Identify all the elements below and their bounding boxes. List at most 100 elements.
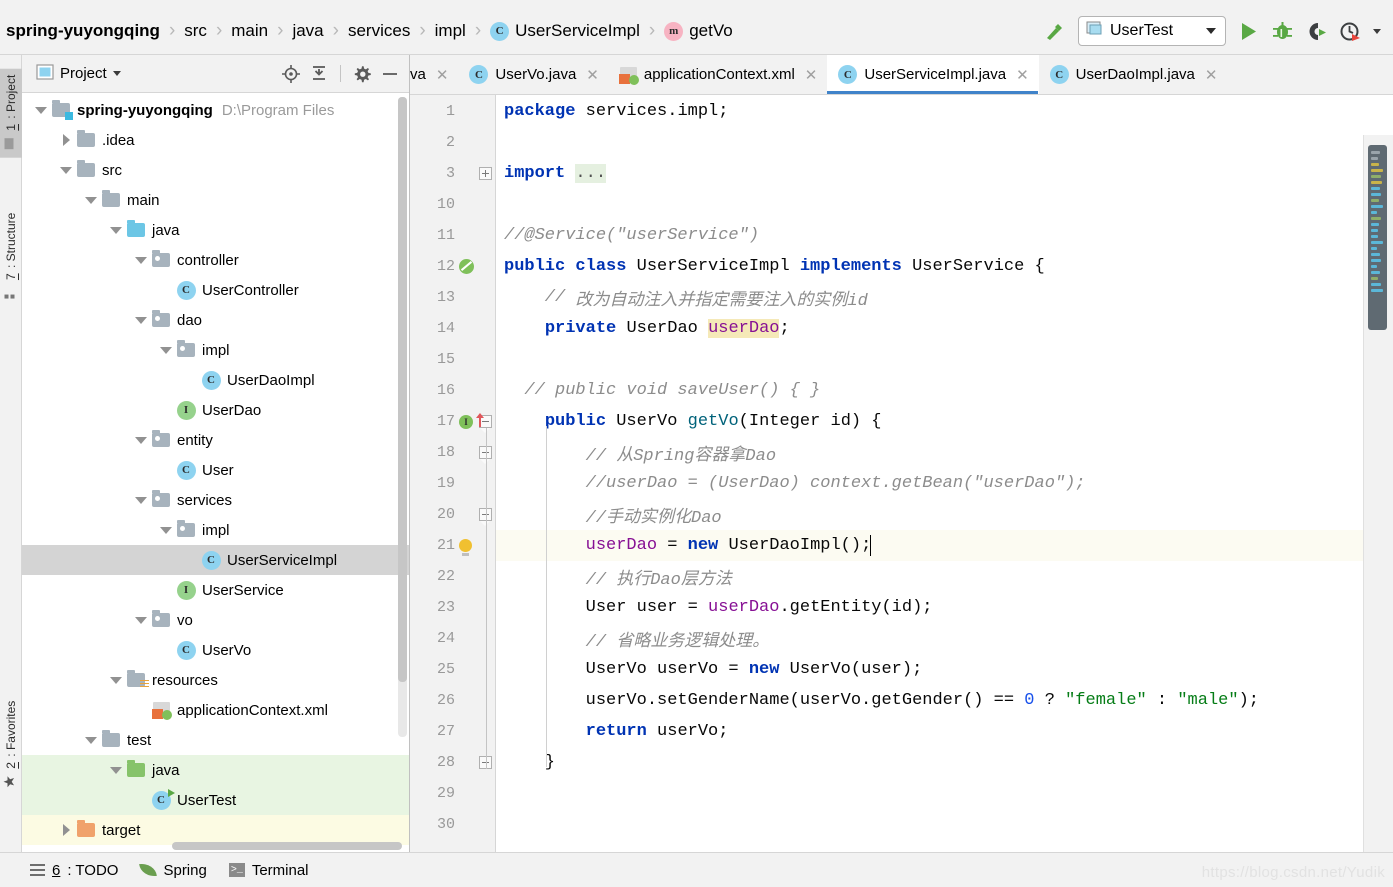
close-icon[interactable]: ✕ (436, 66, 449, 84)
close-icon[interactable]: ✕ (1205, 66, 1218, 84)
locate-icon[interactable] (280, 63, 302, 85)
status-bar-item-spring[interactable]: Spring (140, 862, 206, 879)
chevron-right-icon[interactable] (57, 821, 75, 839)
code-line-10[interactable] (496, 189, 504, 220)
tree-node-src[interactable]: src (22, 155, 409, 185)
editor-tab-uservo-java[interactable]: C UserVo.java ✕ (458, 55, 608, 94)
intention-bulb-icon[interactable] (459, 539, 495, 552)
tree-node-target[interactable]: target (22, 815, 409, 845)
tree-node-services[interactable]: services (22, 485, 409, 515)
code-line-18[interactable]: // 从Spring容器拿Dao (496, 437, 776, 468)
breadcrumb-item-src[interactable]: src (184, 21, 207, 41)
gutter-line-14[interactable]: 14 (410, 313, 495, 344)
chevron-down-icon[interactable] (1206, 28, 1216, 34)
gutter-line-11[interactable]: 11 (410, 220, 495, 251)
code-editor[interactable]: 1 2 3 10 11 12 13 14 15 16 17 I 18 19 20 21 22 23 24 25 26 27… (410, 95, 1393, 852)
collapse-all-icon[interactable] (308, 63, 330, 85)
gutter-line-28[interactable]: 28 (410, 747, 495, 778)
code-line-24[interactable]: // 省略业务逻辑处理。 (496, 623, 769, 654)
implementing-method-icon[interactable]: I (459, 412, 495, 431)
minimize-icon[interactable] (379, 63, 401, 85)
chevron-down-icon[interactable] (107, 671, 125, 689)
gutter-line-29[interactable]: 29 (410, 778, 495, 809)
chevron-down-icon[interactable] (132, 251, 150, 269)
chevron-down-icon[interactable] (157, 341, 175, 359)
chevron-right-icon[interactable] (57, 131, 75, 149)
rail-button-favorites[interactable]: 2: Favorites (0, 695, 22, 796)
code-line-15[interactable] (496, 344, 504, 375)
error-stripe-minimap[interactable] (1363, 135, 1393, 852)
hammer-icon[interactable] (1041, 18, 1067, 44)
project-panel-chevron-down-icon[interactable] (113, 71, 121, 76)
gutter-line-26[interactable]: 26 (410, 685, 495, 716)
status-bar-item-terminal[interactable]: >_ Terminal (229, 862, 309, 879)
gutter-line-15[interactable]: 15 (410, 344, 495, 375)
chevron-down-icon[interactable] (57, 161, 75, 179)
tree-node-entity[interactable]: entity (22, 425, 409, 455)
chevron-down-icon[interactable] (132, 311, 150, 329)
chevron-down-icon[interactable] (82, 191, 100, 209)
tree-node-impl[interactable]: impl (22, 335, 409, 365)
gutter-line-16[interactable]: 16 (410, 375, 495, 406)
code-line-17[interactable]: public UserVo getVo (Integer id) { (496, 406, 882, 437)
code-line-1[interactable]: package services.impl; (496, 96, 728, 127)
chevron-down-icon[interactable] (32, 101, 50, 119)
chevron-down-icon[interactable] (82, 731, 100, 749)
debug-icon[interactable] (1271, 20, 1294, 43)
code-content[interactable]: package services.impl; import ... //@Servi… (496, 95, 1393, 852)
tree-node-applicationcontext-xml[interactable]: applicationContext.xml (22, 695, 409, 725)
editor-tab-userdaoimpl-java[interactable]: C UserDaoImpl.java ✕ (1039, 55, 1228, 94)
code-line-25[interactable]: UserVo userVo = new UserVo(user); (496, 654, 922, 685)
code-line-14[interactable]: private UserDao userDao; (496, 313, 790, 344)
tree-node-spring-yuyongqing[interactable]: spring-yuyongqing D:\Program Files (22, 95, 409, 125)
close-icon[interactable]: ✕ (805, 66, 818, 84)
breadcrumb-item-spring-yuyongqing[interactable]: spring-yuyongqing (6, 21, 160, 41)
close-icon[interactable]: ✕ (1016, 66, 1029, 84)
code-line-19[interactable]: //userDao = (UserDao) context.getBean("u… (496, 468, 1086, 499)
tree-node-main[interactable]: main (22, 185, 409, 215)
tree-node-java[interactable]: java (22, 755, 409, 785)
gutter-line-1[interactable]: 1 (410, 96, 495, 127)
project-tree-scrollbar[interactable] (398, 97, 407, 737)
code-line-22[interactable]: // 执行Dao层方法 (496, 561, 732, 592)
gutter-line-13[interactable]: 13 (410, 282, 495, 313)
code-line-16[interactable]: // public void saveUser() { } (496, 375, 820, 406)
chevron-down-icon[interactable] (157, 521, 175, 539)
chevron-down-icon[interactable] (132, 431, 150, 449)
breadcrumb-item-java[interactable]: java (292, 21, 323, 41)
rail-button-structure[interactable]: 7: Structure (0, 207, 22, 307)
chevron-down-icon[interactable] (107, 221, 125, 239)
tree-node-java[interactable]: java (22, 215, 409, 245)
gutter-line-27[interactable]: 27 (410, 716, 495, 747)
tree-node-test[interactable]: test (22, 725, 409, 755)
code-line-26[interactable]: userVo.setGenderName(userVo.getGender() … (496, 685, 1259, 716)
chevron-down-icon[interactable] (132, 611, 150, 629)
editor-tab-va[interactable]: va ✕ (410, 55, 458, 94)
gutter-line-2[interactable]: 2 (410, 127, 495, 158)
tree-node-impl[interactable]: impl (22, 515, 409, 545)
code-line-3[interactable]: import ... (496, 158, 606, 189)
code-line-30[interactable] (496, 809, 504, 840)
breadcrumb-item-impl[interactable]: impl (435, 21, 466, 41)
breadcrumb-item-getvo[interactable]: m getVo (664, 21, 733, 41)
tree-node-controller[interactable]: controller (22, 245, 409, 275)
gutter-line-22[interactable]: 22 (410, 561, 495, 592)
rail-button-project[interactable]: 1: Project (0, 69, 22, 158)
minimap-thumb[interactable] (1368, 145, 1387, 330)
run-configuration-selector[interactable]: UserTest (1078, 16, 1226, 46)
profiler-icon[interactable] (1339, 20, 1362, 43)
gutter-line-18[interactable]: 18 (410, 437, 495, 468)
code-line-12[interactable]: public class UserServiceImpl implements … (496, 251, 1045, 282)
code-line-27[interactable]: return userVo; (496, 716, 728, 747)
tree-node-dao[interactable]: dao (22, 305, 409, 335)
chevron-down-icon[interactable] (107, 761, 125, 779)
tree-node-vo[interactable]: vo (22, 605, 409, 635)
spring-bean-icon[interactable] (459, 259, 495, 274)
gutter-line-12[interactable]: 12 (410, 251, 495, 282)
gutter-line-23[interactable]: 23 (410, 592, 495, 623)
gutter-line-25[interactable]: 25 (410, 654, 495, 685)
code-line-13[interactable]: // 改为自动注入并指定需要注入的实例id (496, 282, 868, 313)
gutter-line-19[interactable]: 19 (410, 468, 495, 499)
tree-node--idea[interactable]: .idea (22, 125, 409, 155)
code-line-11[interactable]: //@Service("userService") (496, 220, 759, 251)
